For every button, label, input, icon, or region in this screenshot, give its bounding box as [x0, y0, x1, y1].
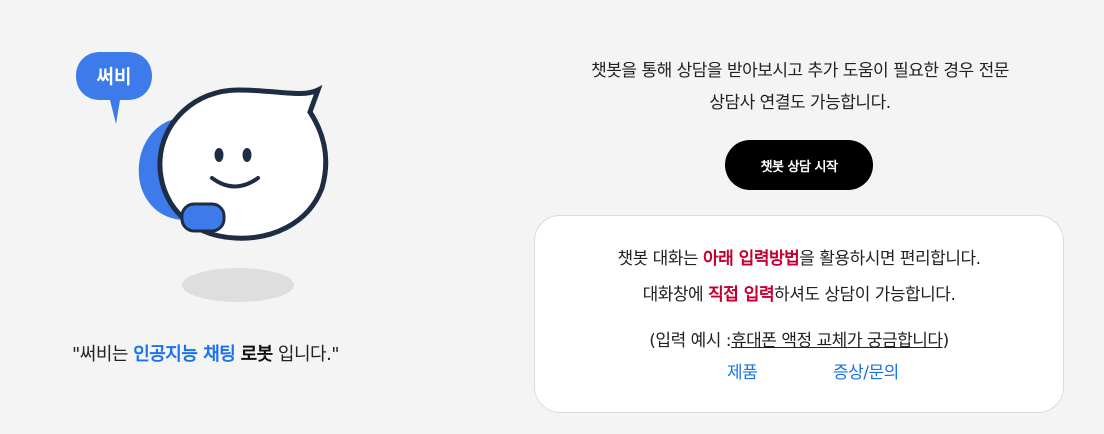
- tag-symptom-inquiry[interactable]: 증상/문의: [833, 358, 899, 383]
- guide-line-2-highlight: 직접 입력: [708, 285, 775, 305]
- mascot-shadow: [182, 268, 294, 302]
- start-chatbot-button[interactable]: 챗봇 상담 시작: [725, 140, 873, 190]
- intro-suffix: 입니다.": [272, 344, 340, 365]
- guide-line-1-highlight: 아래 입력방법: [702, 249, 800, 269]
- chatbot-mascot-icon: 써비: [76, 52, 329, 302]
- mascot-left-eye: [214, 148, 224, 162]
- guide-line-1-pre: 챗봇 대화는: [617, 249, 703, 269]
- input-guide-card: 챗봇 대화는 아래 입력방법을 활용하시면 편리합니다. 대화창에 직접 입력하…: [534, 215, 1064, 413]
- guide-line-2-pre: 대화창에: [642, 285, 709, 305]
- chatbot-panel: 챗봇을 통해 상담을 받아보시고 추가 도움이 필요한 경우 전문 상담사 연결…: [520, 0, 1080, 434]
- example-link[interactable]: 휴대폰 액정 교체가 궁금합니다: [731, 331, 943, 351]
- description-line-2: 상담사 연결도 가능합니다.: [709, 93, 891, 113]
- quick-tags: 제품 증상/문의: [535, 358, 1063, 383]
- chatbot-description: 챗봇을 통해 상담을 받아보시고 추가 도움이 필요한 경우 전문 상담사 연결…: [520, 55, 1080, 119]
- mascot-right-eye: [242, 148, 252, 162]
- mascot-speech-bubble: [76, 52, 152, 124]
- guide-line-1: 챗봇 대화는 아래 입력방법을 활용하시면 편리합니다.: [535, 244, 1063, 269]
- mascot-panel: 써비 "써비는 인공지능 채팅 로봇 입니다.": [0, 0, 500, 434]
- mascot-mic: [180, 202, 226, 233]
- example-prefix: (입력 예시 :: [649, 331, 732, 351]
- intro-bold: 로봇: [240, 344, 274, 365]
- mascot-intro-text: "써비는 인공지능 채팅 로봇 입니다.": [72, 340, 340, 366]
- input-example: (입력 예시 :휴대폰 액정 교체가 궁금합니다): [535, 326, 1063, 351]
- mascot-bubble-label: 써비: [97, 66, 132, 88]
- guide-line-2-post: 하셔도 상담이 가능합니다.: [774, 285, 956, 305]
- tag-product[interactable]: 제품: [727, 358, 758, 383]
- guide-line-1-post: 을 활용하시면 편리합니다.: [799, 249, 981, 269]
- description-line-1: 챗봇을 통해 상담을 받아보시고 추가 도움이 필요한 경우 전문: [591, 61, 1009, 81]
- intro-highlight: 인공지능 채팅: [133, 344, 236, 365]
- intro-prefix: "써비는: [72, 344, 134, 365]
- example-suffix: ): [942, 331, 950, 351]
- guide-line-2: 대화창에 직접 입력하셔도 상담이 가능합니다.: [535, 280, 1063, 305]
